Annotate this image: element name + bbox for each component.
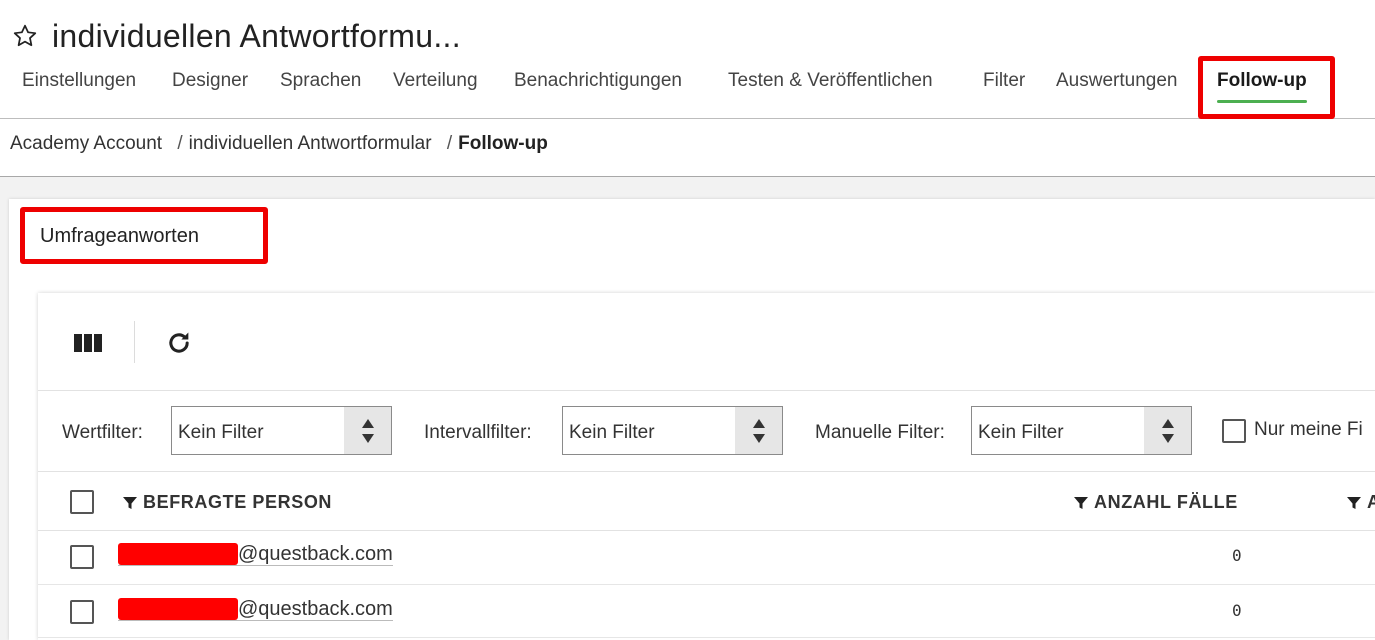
column-header-next[interactable]: A [1347,492,1375,513]
select-all-checkbox[interactable] [70,490,94,514]
tab-einstellungen[interactable]: Einstellungen [22,70,136,92]
tab-bar: Einstellungen Designer Sprachen Verteilu… [0,56,1375,119]
table-row[interactable]: @questback.com 0 [38,531,1375,585]
grid-toolbar [38,293,1375,391]
interval-filter-value: Kein Filter [569,422,655,443]
select-arrows-icon [344,407,391,454]
table-header: BEFRAGTE PERSON ANZAHL FÄLLE A [38,472,1375,531]
breadcrumb: Academy Account / individuellen Antwortfo… [10,133,548,155]
responses-grid: Wertfilter: Kein Filter Intervallfilter:… [38,293,1375,640]
breadcrumb-item-survey[interactable]: individuellen Antwortformular [189,133,432,154]
tab-sprachen[interactable]: Sprachen [280,70,361,92]
respondent-email[interactable]: @questback.com [118,598,393,621]
refresh-icon [169,332,189,353]
title-row: individuellen Antwortformu... [12,14,461,58]
interval-filter-label: Intervallfilter: [424,422,532,443]
case-count: 0 [1232,546,1242,565]
row-checkbox[interactable] [70,545,94,569]
column-header-respondent[interactable]: BEFRAGTE PERSON [123,492,332,513]
email-suffix: @questback.com [238,543,393,565]
toolbar-separator [134,321,135,363]
breadcrumb-item-current: Follow-up [458,133,548,154]
refresh-button[interactable] [159,323,199,363]
select-arrows-icon [735,407,782,454]
tab-verteilung[interactable]: Verteilung [393,70,478,92]
star-icon[interactable] [12,23,38,49]
column-header-respondent-label: BEFRAGTE PERSON [143,492,333,512]
respondent-email[interactable]: @questback.com [118,543,393,566]
manual-filter-select[interactable]: Kein Filter [971,406,1192,455]
page-title: individuellen Antwortformu... [52,17,461,54]
column-header-case-count-label: ANZAHL FÄLLE [1094,492,1238,512]
only-mine-label: Nur meine Fi [1254,419,1363,440]
value-filter-label: Wertfilter: [62,422,143,443]
interval-filter-select[interactable]: Kein Filter [562,406,783,455]
redacted-block [118,598,238,620]
only-mine-checkbox[interactable] [1222,419,1246,443]
tab-testen-veroeffentlichen[interactable]: Testen & Veröffentlichen [728,70,933,92]
column-header-case-count[interactable]: ANZAHL FÄLLE [1074,492,1238,513]
tab-benachrichtigungen[interactable]: Benachrichtigungen [514,70,682,92]
value-filter-value: Kein Filter [178,422,264,443]
select-arrows-icon [1144,407,1191,454]
manual-filter-label: Manuelle Filter: [815,422,945,443]
filter-icon [1074,496,1088,509]
filter-icon [1347,496,1361,509]
tab-designer[interactable]: Designer [172,70,248,92]
redacted-block [118,543,238,565]
row-checkbox[interactable] [70,600,94,624]
breadcrumb-item-account[interactable]: Academy Account [10,133,162,154]
highlight-box-follow-up-tab [1198,56,1335,119]
tab-auswertungen[interactable]: Auswertungen [1056,70,1177,92]
filter-icon [123,496,137,509]
table-row[interactable]: @questback.com 0 [38,584,1375,638]
breadcrumb-separator: / [177,133,183,154]
columns-button[interactable] [68,323,108,363]
highlight-box-section-title [20,207,268,264]
columns-icon [74,334,102,352]
manual-filter-value: Kein Filter [978,422,1064,443]
value-filter-select[interactable]: Kein Filter [171,406,392,455]
breadcrumb-separator: / [446,133,453,154]
tab-filter[interactable]: Filter [983,70,1025,92]
email-suffix: @questback.com [238,598,393,620]
case-count: 0 [1232,601,1242,620]
column-header-next-label: A [1367,492,1375,512]
filter-bar: Wertfilter: Kein Filter Intervallfilter:… [38,391,1375,472]
